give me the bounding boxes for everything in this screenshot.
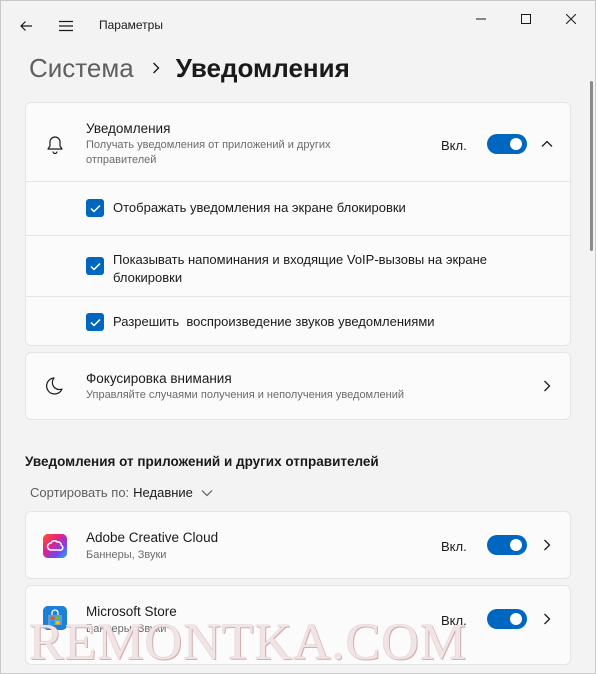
adobe-creative-cloud-icon [43, 534, 67, 558]
close-icon [566, 14, 576, 24]
notifications-title: Уведомления [86, 121, 171, 136]
divider [26, 235, 572, 236]
settings-window: Параметры Система Уведомления Уведомлени… [0, 0, 596, 674]
checkbox-label: Разрешить воспроизведение звуков уведомл… [113, 314, 435, 329]
minimize-icon [476, 18, 486, 20]
notifications-card: Уведомления Получать уведомления от прил… [25, 102, 572, 346]
breadcrumb-chevron-icon [152, 62, 160, 74]
page-title: Уведомления [175, 52, 350, 83]
divider [26, 181, 572, 182]
bell-icon [44, 133, 66, 155]
app-title: Параметры [99, 18, 163, 32]
checkmark-icon [89, 204, 101, 213]
breadcrumb: Система Уведомления [29, 51, 350, 85]
checkbox-label: Показывать напоминания и входящие VoIP-в… [113, 252, 488, 285]
maximize-icon [521, 14, 531, 24]
chevron-down-icon [201, 489, 213, 497]
checkmark-icon [89, 262, 101, 271]
title-bar: Параметры [1, 1, 595, 47]
focus-assist-card[interactable]: Фокусировка внимания Управляйте случаями… [25, 352, 571, 420]
focus-assist-subtitle: Управляйте случаями получения и неполуче… [86, 389, 405, 401]
app-toggle-label: Вкл. [441, 539, 467, 554]
notifications-toggle[interactable] [487, 134, 527, 154]
chevron-right-icon [540, 612, 554, 626]
sort-label: Сортировать по: [30, 485, 130, 500]
app-item-adobe-creative-cloud[interactable]: Adobe Creative Cloud Баннеры, Звуки Вкл. [25, 511, 571, 579]
app-toggle[interactable] [487, 609, 527, 629]
notifications-subtitle: Получать уведомления от приложений и дру… [86, 139, 331, 166]
lockscreen-notifications-checkbox[interactable] [86, 199, 104, 217]
scrollbar[interactable] [590, 81, 593, 251]
app-name: Microsoft Store [86, 604, 177, 619]
checkmark-icon [89, 318, 101, 327]
arrow-left-icon [20, 21, 32, 31]
breadcrumb-parent[interactable]: Система [29, 53, 134, 84]
maximize-button[interactable] [504, 7, 548, 31]
app-details: Баннеры, Звуки [86, 623, 167, 635]
minimize-button[interactable] [459, 7, 503, 31]
notification-sounds-checkbox[interactable] [86, 313, 104, 331]
checkbox-label: Отображать уведомления на экране блокиро… [113, 200, 406, 215]
chevron-up-icon[interactable] [540, 137, 554, 151]
chevron-right-icon [540, 379, 554, 393]
app-item-microsoft-store[interactable]: Microsoft Store Баннеры, Звуки Вкл. [25, 585, 571, 665]
lockscreen-reminders-checkbox[interactable] [86, 257, 104, 275]
app-toggle[interactable] [487, 535, 527, 555]
back-button[interactable] [13, 13, 39, 39]
microsoft-store-icon [43, 606, 67, 630]
notifications-toggle-label: Вкл. [441, 138, 467, 153]
chevron-right-icon [540, 538, 554, 552]
app-name: Adobe Creative Cloud [86, 530, 219, 545]
moon-icon [44, 375, 66, 397]
navigation-menu-button[interactable] [53, 13, 79, 39]
sort-value: Недавние [133, 485, 193, 500]
divider [26, 296, 572, 297]
sort-dropdown[interactable]: Сортировать по: Недавние [30, 485, 213, 500]
hamburger-icon [59, 20, 73, 32]
apps-section-heading: Уведомления от приложений и других отпра… [25, 454, 379, 469]
app-toggle-label: Вкл. [441, 613, 467, 628]
close-button[interactable] [549, 7, 593, 31]
app-details: Баннеры, Звуки [86, 549, 167, 561]
focus-assist-title: Фокусировка внимания [86, 371, 232, 386]
